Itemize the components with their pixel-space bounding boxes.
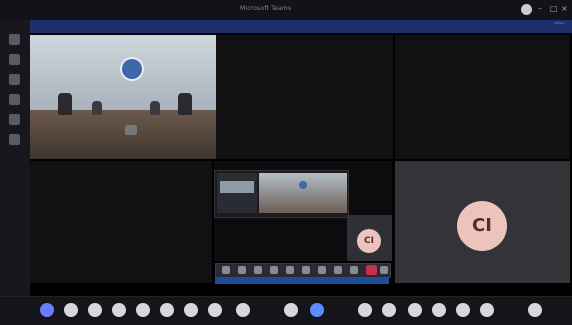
powerpoint-icon[interactable] xyxy=(284,303,298,317)
close-button[interactable]: × xyxy=(561,4,568,14)
reactions-icon[interactable] xyxy=(270,266,278,274)
organization-logo xyxy=(120,57,144,81)
settings-icon[interactable] xyxy=(358,303,372,317)
camera-device xyxy=(125,125,137,135)
expand-icon[interactable] xyxy=(380,266,388,274)
avatar-tile-large[interactable]: CI xyxy=(395,161,570,283)
more-options-icon[interactable] xyxy=(318,266,326,274)
teams-icon[interactable] xyxy=(9,74,20,85)
participant-figure xyxy=(178,93,192,115)
minimize-button[interactable]: – xyxy=(538,4,542,14)
chrome-icon[interactable] xyxy=(136,303,150,317)
app-rail xyxy=(0,20,30,310)
share-screen-icon[interactable] xyxy=(254,266,262,274)
video-tile[interactable] xyxy=(395,35,570,159)
activity-icon[interactable] xyxy=(9,34,20,45)
video-tile[interactable] xyxy=(216,35,393,159)
skype-icon[interactable] xyxy=(528,303,542,317)
files-icon[interactable] xyxy=(88,303,102,317)
user-avatar[interactable] xyxy=(521,4,532,15)
excel-icon[interactable] xyxy=(236,303,250,317)
camera-icon[interactable] xyxy=(222,266,230,274)
edge-icon[interactable] xyxy=(112,303,126,317)
video-tile-conference-room[interactable] xyxy=(30,35,216,159)
info-banner xyxy=(30,20,572,33)
calls-icon[interactable] xyxy=(9,114,20,125)
thumbnail[interactable] xyxy=(217,173,257,213)
maps-icon[interactable] xyxy=(456,303,470,317)
search-icon[interactable] xyxy=(64,303,78,317)
start-icon[interactable] xyxy=(40,303,54,317)
files-icon[interactable] xyxy=(9,134,20,145)
avatar-tile-small[interactable]: CI xyxy=(347,215,392,261)
photos-icon[interactable] xyxy=(310,303,324,317)
device-settings-icon[interactable] xyxy=(334,266,342,274)
window-titlebar: Microsoft Teams – □ × xyxy=(0,0,572,21)
window-title: Microsoft Teams xyxy=(240,5,292,12)
onenote-icon[interactable] xyxy=(480,303,494,317)
shared-screen-thumbnails[interactable] xyxy=(214,170,349,218)
participant-figure xyxy=(58,93,72,115)
video-tile[interactable] xyxy=(30,161,212,283)
live-caption-bar xyxy=(215,277,389,284)
participant-avatar-small: CI xyxy=(357,229,381,253)
microphone-icon[interactable] xyxy=(238,266,246,274)
banner-button[interactable] xyxy=(554,22,564,24)
maximize-button[interactable]: □ xyxy=(550,4,558,14)
mail-icon[interactable] xyxy=(160,303,174,317)
people-icon[interactable] xyxy=(302,266,310,274)
participant-figure xyxy=(92,101,102,115)
participant-avatar-large: CI xyxy=(457,201,507,251)
word-icon[interactable] xyxy=(208,303,222,317)
teams-icon[interactable] xyxy=(184,303,198,317)
calendar-icon[interactable] xyxy=(408,303,422,317)
taskbar xyxy=(0,296,572,325)
store-icon[interactable] xyxy=(382,303,396,317)
chat-icon[interactable] xyxy=(9,54,20,65)
thumbnail-conference-room[interactable] xyxy=(259,173,347,213)
conference-table xyxy=(30,110,216,159)
participant-figure xyxy=(150,101,160,115)
meeting-controls xyxy=(215,263,391,278)
leave-call-button[interactable] xyxy=(366,265,377,275)
calendar-icon[interactable] xyxy=(9,94,20,105)
raise-hand-icon[interactable] xyxy=(350,266,358,274)
chat-icon[interactable] xyxy=(286,266,294,274)
music-icon[interactable] xyxy=(432,303,446,317)
